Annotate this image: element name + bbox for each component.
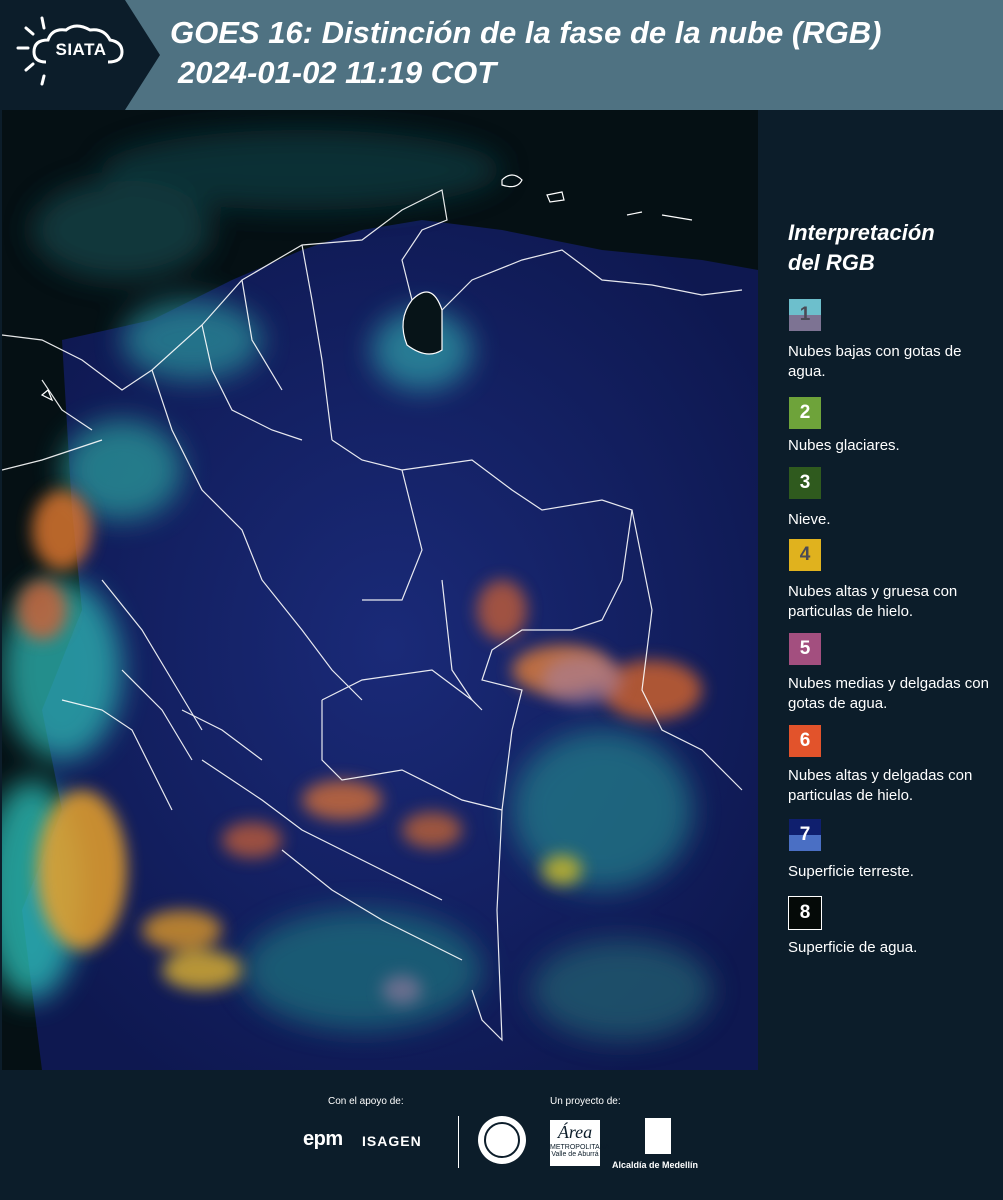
area-metropolitana-logo: Área METROPOLITANA Valle de Aburrá [550, 1120, 609, 1166]
legend-swatch-number: 5 [799, 638, 811, 659]
legend-swatch-number: 4 [799, 544, 811, 565]
legend-swatch-number: 3 [799, 472, 811, 493]
legend-swatch-number: 8 [799, 902, 811, 923]
legend-item-label: Nubes medias y delgadas con gotas de agu… [788, 675, 989, 712]
legend-swatch-6: 6 [788, 724, 822, 758]
legend-title-line2: del RGB [788, 250, 875, 275]
footer-divider [458, 1116, 459, 1168]
page-timestamp: 2024-01-02 11:19 COT [178, 55, 497, 90]
area-logo-text: METROPOLITANA Valle de Aburrá [550, 1144, 610, 1158]
legend-swatch-3: 3 [788, 466, 822, 500]
legend-item-label: Nubes glaciares. [788, 437, 900, 454]
support-label: Con el apoyo de: [328, 1096, 404, 1107]
legend-swatch-number: 6 [799, 730, 811, 751]
legend-swatch-4: 4 [788, 538, 822, 572]
gobernacion-seal [478, 1116, 526, 1164]
project-label: Un proyecto de: [550, 1096, 621, 1107]
legend-item-label: Nubes altas y delgadas con particulas de… [788, 767, 973, 804]
legend-swatch-2: 2 [788, 396, 822, 430]
satellite-image [2, 110, 758, 1070]
legend-swatch-number: 1 [799, 304, 811, 325]
epm-logo: epm [303, 1128, 343, 1150]
siata-logo: SIATA [0, 0, 160, 110]
legend-title-line1: Interpretación [788, 220, 935, 245]
legend-swatch-8: 8 [788, 896, 822, 930]
legend-title: Interpretación del RGB [788, 218, 988, 278]
legend-swatch-7: 7 [788, 818, 822, 852]
legend-item-label: Nubes bajas con gotas de agua. [788, 343, 962, 380]
rgb-legend: Interpretación del RGB 1 Nubes bajas con … [760, 110, 1003, 1070]
alcaldia-shield-icon [645, 1118, 671, 1154]
legend-swatch-5: 5 [788, 632, 822, 666]
legend-item-label: Nieve. [788, 511, 831, 528]
isagen-logo: ISAGEN [362, 1133, 422, 1149]
legend-swatch-number: 2 [799, 402, 811, 423]
satellite-map[interactable] [2, 110, 758, 1070]
legend-item-label: Superficie terreste. [788, 863, 914, 880]
legend-swatch-number: 7 [799, 824, 811, 845]
legend-swatch-1: 1 [788, 298, 822, 332]
legend-item-label: Superficie de agua. [788, 939, 918, 956]
header-bar: SIATA GOES 16: Distinción de la fase de … [0, 0, 1003, 110]
area-logo-letter: Área [557, 1122, 593, 1142]
legend-item-label: Nubes altas y gruesa con particulas de h… [788, 583, 958, 620]
logo-text: SIATA [55, 40, 107, 59]
page-title: GOES 16: Distinción de la fase de la nub… [170, 15, 882, 50]
alcaldia-logo-text: Alcaldía de Medellín [612, 1160, 699, 1170]
footer: Con el apoyo de: Un proyecto de: epm ISA… [0, 1070, 1003, 1200]
